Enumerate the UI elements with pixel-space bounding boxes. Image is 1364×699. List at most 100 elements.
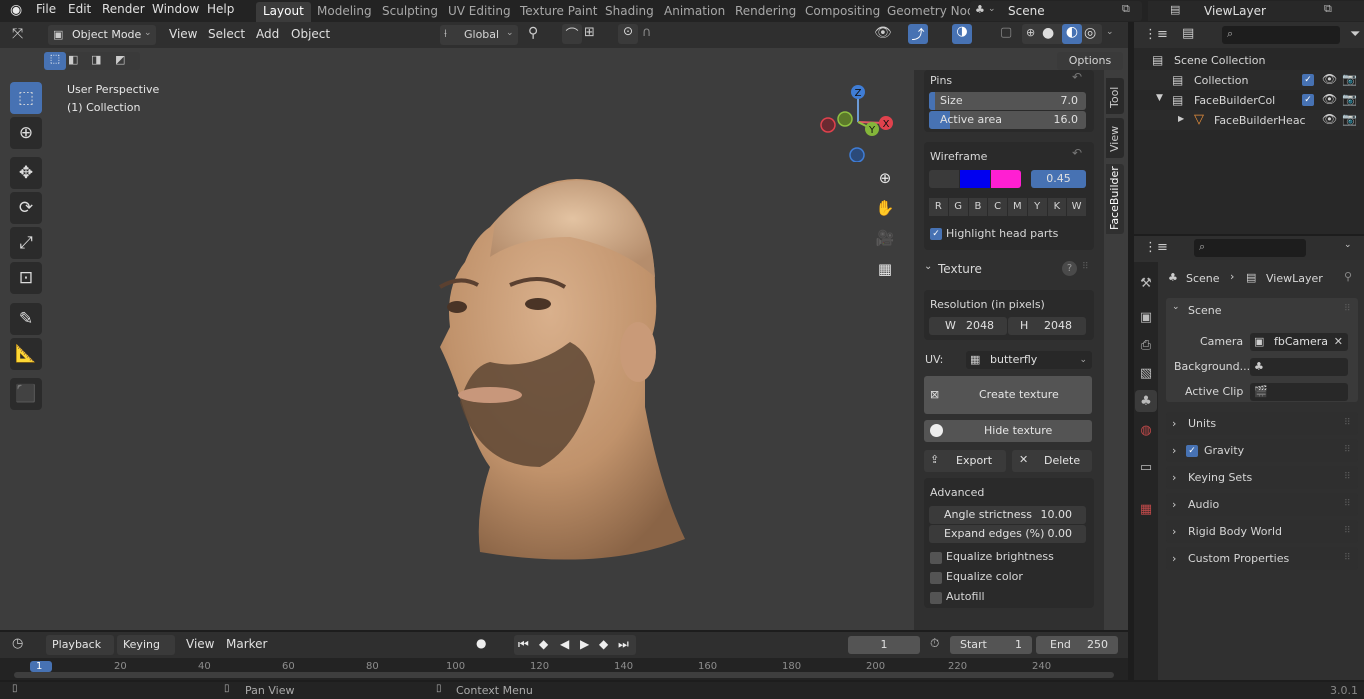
tab-modeling[interactable]: Modeling — [310, 2, 379, 22]
wireframe-shading-icon[interactable]: ⊕ — [1026, 26, 1035, 39]
select-invert-icon[interactable]: ◩ — [115, 53, 125, 66]
texture-tab-icon[interactable]: ▦ — [1135, 498, 1157, 520]
height-field[interactable]: H 2048 — [1008, 317, 1086, 335]
highlight-head-checkbox[interactable]: ✓ — [930, 228, 942, 240]
hide-texture-button[interactable]: Hide texture — [924, 420, 1092, 442]
menu-window[interactable]: Window — [152, 0, 199, 22]
head-model[interactable] — [420, 167, 700, 567]
add-cube-tool-icon[interactable]: ⬛ — [10, 378, 42, 410]
tab-shading[interactable]: Shading — [598, 2, 661, 22]
jump-start-icon[interactable]: ⏮ — [518, 637, 529, 652]
mode-dropdown[interactable]: ▣ Object Mode ⌄ — [48, 25, 156, 45]
angle-strictness-field[interactable]: Angle strictness 10.00 — [929, 506, 1086, 524]
tab-tool[interactable]: Tool — [1106, 78, 1124, 114]
select-new-icon[interactable]: ⬚ — [44, 52, 66, 70]
pin-size-slider[interactable]: Size 7.0 — [929, 92, 1086, 110]
orientation-dropdown[interactable]: ⟊ Global ⌄ — [440, 25, 518, 45]
menu-render[interactable]: Render — [102, 0, 145, 22]
tab-rendering[interactable]: Rendering — [728, 2, 803, 22]
scale-tool-icon[interactable]: ⤢ — [10, 227, 42, 259]
editor-type-icon[interactable]: ⤧ — [12, 26, 23, 42]
material-shading-icon[interactable]: ◐ — [1062, 24, 1082, 44]
units-section[interactable]: › Units ⠿ — [1166, 412, 1358, 435]
drag-handle-icon[interactable]: ⠿ — [1344, 493, 1351, 516]
current-frame-field[interactable]: 1 — [848, 636, 920, 654]
preset-k-button[interactable]: K — [1047, 198, 1067, 216]
equalize-brightness-checkbox[interactable] — [930, 552, 942, 564]
collection-tab-icon[interactable]: ▭ — [1135, 456, 1157, 478]
drag-handle-icon[interactable]: ⠿ — [1344, 304, 1351, 314]
include-checkbox[interactable]: ✓ — [1302, 74, 1314, 86]
expand-edges-field[interactable]: Expand edges (%) 0.00 — [929, 525, 1086, 543]
drag-handle-icon[interactable]: ⠿ — [1082, 262, 1089, 272]
menu-edit[interactable]: Edit — [68, 0, 91, 22]
timeline-scrollbar[interactable] — [14, 672, 1114, 678]
reset-icon[interactable]: ↶ — [1072, 146, 1082, 160]
viewport-menu-add[interactable]: Add — [256, 25, 279, 47]
output-tab-icon[interactable]: ⎙ — [1135, 334, 1157, 356]
drag-handle-icon[interactable]: ⠿ — [1344, 547, 1351, 570]
play-icon[interactable]: ▶ — [580, 637, 589, 651]
wireframe-color-2[interactable] — [991, 170, 1021, 188]
pin-icon[interactable]: ⚲ — [1344, 270, 1352, 283]
create-texture-button[interactable]: ⊠ Create texture — [924, 376, 1092, 414]
play-reverse-icon[interactable]: ◀ — [560, 637, 569, 651]
filter-icon[interactable]: ⏷ — [1350, 27, 1360, 42]
drag-handle-icon[interactable]: ⠿ — [1344, 412, 1351, 435]
keying-dropdown[interactable]: Keying — [117, 635, 175, 655]
scene-panel-header[interactable]: ⌄ Scene ⠿ — [1166, 298, 1358, 322]
playback-dropdown[interactable]: Playback — [46, 635, 114, 655]
viewport-menu-select[interactable]: Select — [208, 25, 245, 47]
include-checkbox[interactable]: ✓ — [1302, 94, 1314, 106]
annotate-tool-icon[interactable]: ✎ — [10, 303, 42, 335]
wireframe-color-empty[interactable] — [929, 170, 959, 188]
viewport-menu-object[interactable]: Object — [291, 25, 330, 47]
select-subtract-icon[interactable]: ◨ — [91, 53, 101, 66]
active-area-slider[interactable]: Active area 16.0 — [929, 111, 1086, 129]
scene-selector[interactable]: ♣ ⌄ Scene ⧉ — [970, 1, 1142, 21]
gravity-section[interactable]: › ✓ Gravity ⠿ — [1166, 439, 1358, 462]
menu-help[interactable]: Help — [207, 0, 234, 22]
zoom-icon[interactable]: ⊕ — [872, 165, 898, 191]
chevron-down-icon[interactable]: ⌄ — [1106, 27, 1114, 37]
perspective-grid-icon[interactable]: ▦ — [872, 256, 898, 282]
background-field[interactable]: ♣ — [1250, 358, 1348, 376]
drag-handle-icon[interactable]: ⠿ — [1344, 520, 1351, 543]
audio-section[interactable]: › Audio ⠿ — [1166, 493, 1358, 516]
outliner-row-collection[interactable]: ▤ Collection ✓ 👁 📷 — [1134, 70, 1364, 90]
properties-search-input[interactable]: ⌕ — [1194, 239, 1306, 257]
outliner-row-facebuildercol[interactable]: ▼ ▤ FaceBuilderCol ✓ 👁 📷 — [1134, 90, 1364, 110]
rigid-body-world-section[interactable]: › Rigid Body World ⠿ — [1166, 520, 1358, 543]
menu-file[interactable]: File — [36, 0, 56, 22]
chevron-right-icon[interactable]: ▶ — [1178, 114, 1184, 123]
tab-texture-paint[interactable]: Texture Paint — [513, 2, 604, 22]
reset-icon[interactable]: ↶ — [1072, 70, 1082, 84]
drag-handle-icon[interactable]: ⠿ — [1344, 439, 1351, 462]
navigation-gizmo[interactable]: Z X Y — [815, 82, 900, 162]
new-scene-icon[interactable]: ⧉ — [1122, 2, 1130, 16]
eye-icon[interactable]: 👁 — [1322, 72, 1337, 86]
select-extend-icon[interactable]: ◧ — [68, 53, 78, 66]
clock-icon[interactable]: ◷ — [12, 636, 23, 651]
tab-compositing[interactable]: Compositing — [798, 2, 887, 22]
blender-logo-icon[interactable]: ◉ — [10, 2, 22, 18]
viewport-menu-view[interactable]: View — [169, 25, 197, 47]
editor-type-icon[interactable]: ⋮≡ — [1144, 240, 1168, 255]
chevron-down-icon[interactable]: ⌄ — [1344, 240, 1352, 250]
tab-view[interactable]: View — [1106, 118, 1124, 158]
camera-icon[interactable]: 📷 — [1342, 72, 1357, 86]
eye-icon[interactable]: 👁 — [1322, 92, 1337, 106]
timeline-menu-marker[interactable]: Marker — [226, 635, 267, 657]
camera-icon[interactable]: 📷 — [1342, 112, 1357, 126]
start-frame-field[interactable]: Start 1 — [950, 636, 1032, 654]
autofill-checkbox[interactable] — [930, 592, 942, 604]
active-clip-field[interactable]: 🎬 — [1250, 383, 1348, 401]
viewlayer-selector[interactable]: ▤ ViewLayer ⧉ — [1148, 1, 1364, 21]
preset-m-button[interactable]: M — [1008, 198, 1027, 216]
help-icon[interactable]: ? — [1062, 261, 1077, 276]
editor-type-icon[interactable]: ⋮≡ — [1144, 27, 1168, 42]
rotate-tool-icon[interactable]: ⟳ — [10, 192, 42, 224]
delete-button[interactable]: ✕ Delete — [1012, 450, 1092, 472]
solid-shading-icon[interactable]: ● — [1042, 25, 1054, 41]
view-layer-tab-icon[interactable]: ▧ — [1135, 362, 1157, 384]
